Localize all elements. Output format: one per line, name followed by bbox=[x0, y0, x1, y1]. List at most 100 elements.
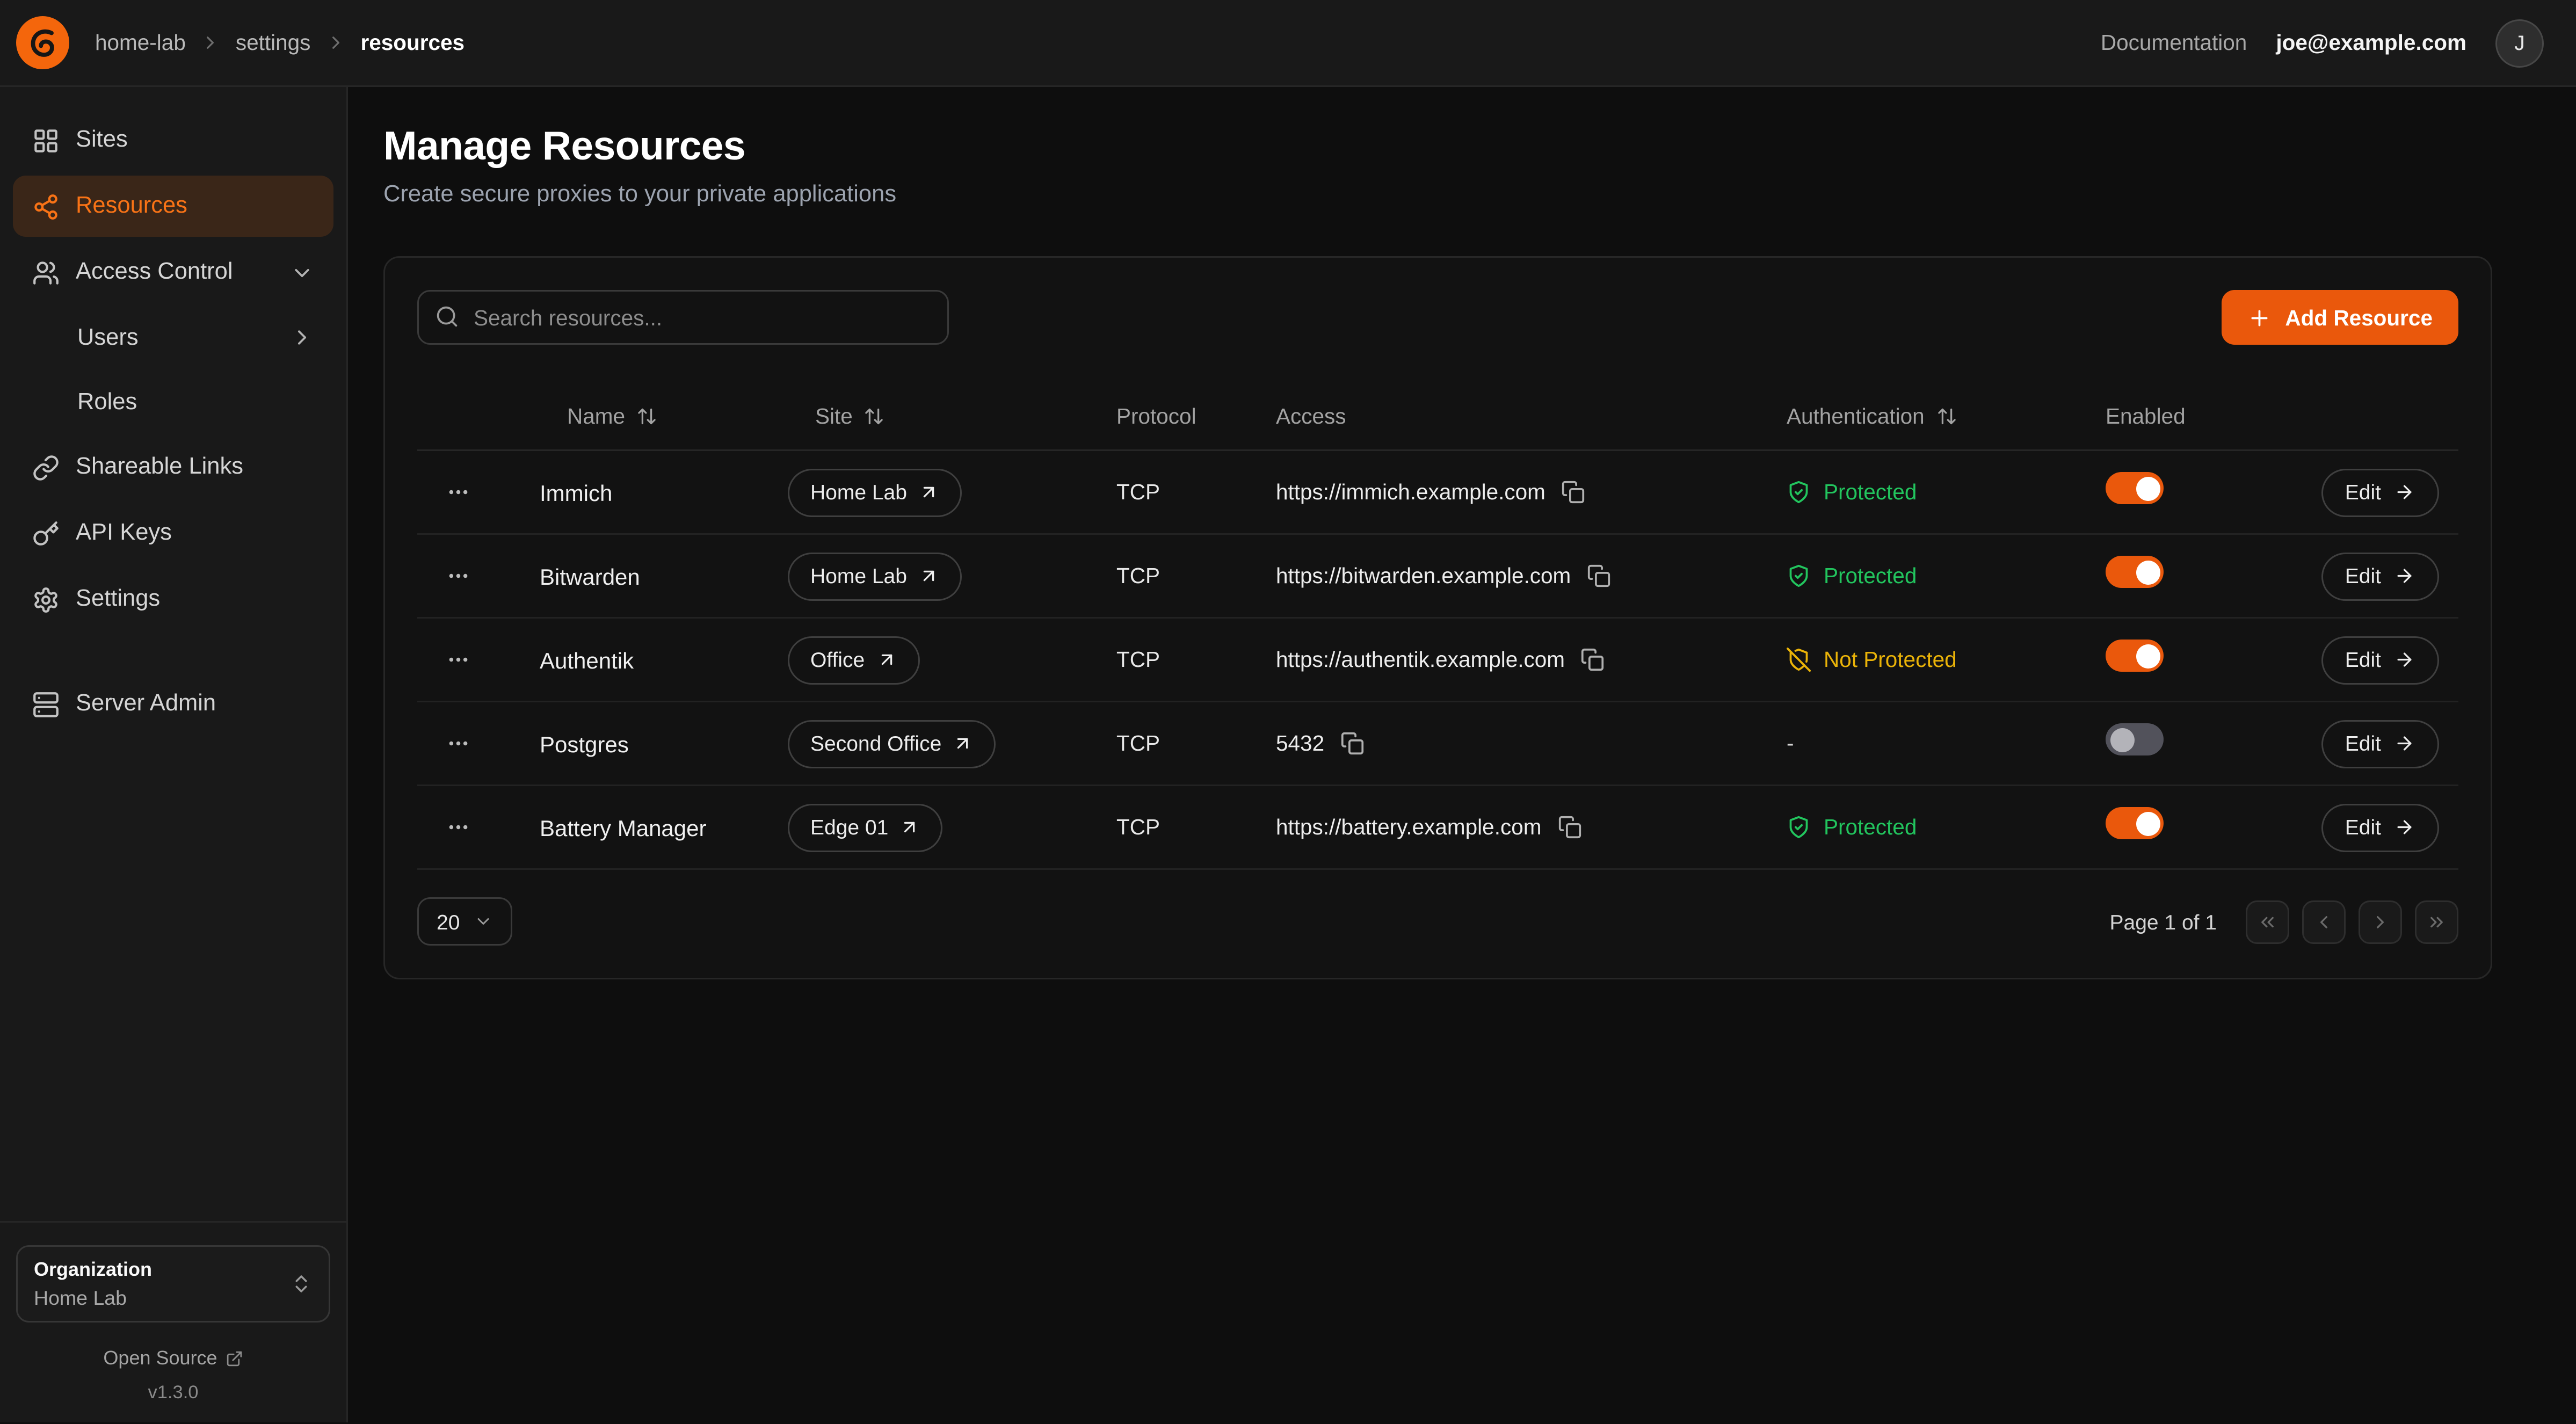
page-title: Manage Resources bbox=[383, 124, 2576, 171]
site-link[interactable]: Second Office bbox=[788, 720, 996, 768]
authentication-status: Protected bbox=[1824, 564, 1917, 588]
sidebar-item-shareable-links[interactable]: Shareable Links bbox=[13, 437, 333, 498]
edit-button[interactable]: Edit bbox=[2321, 552, 2439, 600]
shield-check-icon bbox=[1787, 480, 1811, 504]
gear-icon bbox=[32, 586, 60, 613]
row-actions-button[interactable] bbox=[437, 641, 478, 679]
edit-button[interactable]: Edit bbox=[2321, 720, 2439, 768]
sidebar-item-access-control[interactable]: Access Control bbox=[13, 242, 333, 303]
chevrons-right-icon bbox=[2426, 911, 2447, 932]
previous-page-button[interactable] bbox=[2302, 900, 2346, 943]
arrow-right-icon bbox=[2394, 649, 2415, 670]
copy-button[interactable] bbox=[1581, 648, 1605, 672]
row-actions-button[interactable] bbox=[437, 557, 478, 595]
open-source-link[interactable]: Open Source bbox=[16, 1347, 330, 1369]
copy-button[interactable] bbox=[1557, 815, 1581, 839]
next-page-button[interactable] bbox=[2359, 900, 2402, 943]
enabled-toggle[interactable] bbox=[2106, 556, 2164, 588]
sidebar-item-settings[interactable]: Settings bbox=[13, 569, 333, 630]
row-actions-button[interactable] bbox=[437, 724, 478, 763]
users-icon bbox=[32, 259, 60, 286]
shield-off-icon bbox=[1787, 648, 1811, 672]
copy-icon bbox=[1581, 648, 1605, 672]
copy-icon bbox=[1557, 815, 1581, 839]
copy-button[interactable] bbox=[1562, 480, 1586, 504]
sort-icon bbox=[636, 406, 657, 427]
toggle-knob bbox=[2136, 644, 2160, 668]
table-row: Postgres Second Office TCP 5432 - Edit bbox=[417, 702, 2458, 786]
enabled-toggle[interactable] bbox=[2106, 807, 2164, 839]
copy-button[interactable] bbox=[1587, 564, 1611, 588]
open-source-label: Open Source bbox=[103, 1347, 217, 1369]
copy-button[interactable] bbox=[1340, 731, 1365, 755]
protocol-value: TCP bbox=[1116, 564, 1276, 588]
enabled-toggle[interactable] bbox=[2106, 723, 2164, 755]
organization-picker[interactable]: Organization Home Lab bbox=[16, 1246, 330, 1323]
plus-icon bbox=[2248, 306, 2272, 330]
grid-icon bbox=[32, 127, 60, 154]
sort-by-name-button[interactable]: Name bbox=[540, 404, 657, 428]
sidebar: Sites Resources Access Control Users Rol… bbox=[0, 87, 348, 1422]
chevrons-left-icon bbox=[2257, 911, 2278, 932]
chevron-right-icon bbox=[200, 32, 221, 53]
ellipsis-icon bbox=[446, 648, 470, 672]
enabled-toggle[interactable] bbox=[2106, 640, 2164, 672]
resource-name: Bitwarden bbox=[540, 563, 788, 589]
access-url: https://battery.example.com bbox=[1276, 815, 1541, 839]
add-resource-button[interactable]: Add Resource bbox=[2222, 290, 2458, 345]
row-actions-button[interactable] bbox=[437, 808, 478, 847]
arrow-up-right-icon bbox=[918, 482, 939, 503]
sort-by-authentication-button[interactable]: Authentication bbox=[1787, 404, 1957, 428]
key-icon bbox=[32, 520, 60, 547]
sort-by-site-button[interactable]: Site bbox=[788, 404, 885, 428]
organization-label: Organization bbox=[34, 1257, 152, 1285]
sidebar-item-users[interactable]: Users bbox=[13, 308, 333, 367]
site-link[interactable]: Edge 01 bbox=[788, 803, 943, 852]
card-toolbar: Add Resource bbox=[417, 290, 2458, 345]
documentation-link[interactable]: Documentation bbox=[2101, 31, 2247, 55]
pangolin-swirl-icon bbox=[24, 24, 62, 62]
sidebar-item-resources[interactable]: Resources bbox=[13, 176, 333, 237]
sidebar-item-server-admin[interactable]: Server Admin bbox=[13, 673, 333, 735]
avatar[interactable]: J bbox=[2495, 19, 2544, 67]
breadcrumb-settings[interactable]: settings bbox=[236, 31, 311, 55]
edit-label: Edit bbox=[2345, 815, 2381, 839]
page-size-select[interactable]: 20 bbox=[417, 897, 513, 946]
sidebar-item-label: Sites bbox=[76, 127, 128, 153]
sidebar-item-roles[interactable]: Roles bbox=[13, 372, 333, 432]
edit-button[interactable]: Edit bbox=[2321, 803, 2439, 852]
table-row: Battery Manager Edge 01 TCP https://batt… bbox=[417, 786, 2458, 870]
row-actions-button[interactable] bbox=[437, 473, 478, 512]
edit-button[interactable]: Edit bbox=[2321, 636, 2439, 684]
site-link[interactable]: Home Lab bbox=[788, 468, 962, 517]
search-input[interactable] bbox=[417, 290, 949, 345]
topbar: home-lab settings resources Documentatio… bbox=[0, 0, 2576, 87]
edit-button[interactable]: Edit bbox=[2321, 468, 2439, 517]
pagination: Page 1 of 1 bbox=[2110, 900, 2459, 943]
sidebar-item-label: Access Control bbox=[76, 259, 233, 285]
pangolin-logo[interactable] bbox=[16, 16, 69, 69]
edit-label: Edit bbox=[2345, 731, 2381, 755]
site-name: Office bbox=[810, 648, 865, 672]
edit-label: Edit bbox=[2345, 648, 2381, 672]
link-icon bbox=[32, 454, 60, 481]
copy-icon bbox=[1340, 731, 1365, 755]
first-page-button[interactable] bbox=[2246, 900, 2289, 943]
site-link[interactable]: Office bbox=[788, 636, 919, 684]
user-email[interactable]: joe@example.com bbox=[2276, 31, 2466, 55]
protocol-value: TCP bbox=[1116, 648, 1276, 672]
arrow-up-right-icon bbox=[899, 817, 920, 838]
authentication-status: Protected bbox=[1824, 815, 1917, 839]
site-link[interactable]: Home Lab bbox=[788, 552, 962, 600]
add-resource-label: Add Resource bbox=[2285, 306, 2433, 330]
ellipsis-icon bbox=[446, 731, 470, 755]
sidebar-item-sites[interactable]: Sites bbox=[13, 110, 333, 171]
enabled-toggle[interactable] bbox=[2106, 472, 2164, 504]
breadcrumb-org[interactable]: home-lab bbox=[95, 31, 186, 55]
column-header-access: Access bbox=[1276, 404, 1787, 428]
last-page-button[interactable] bbox=[2415, 900, 2458, 943]
sidebar-footer: Organization Home Lab Open Source v1.3.0 bbox=[0, 1222, 346, 1422]
sidebar-item-api-keys[interactable]: API Keys bbox=[13, 503, 333, 564]
table-footer: 20 Page 1 of 1 bbox=[417, 897, 2458, 946]
server-icon bbox=[32, 691, 60, 718]
